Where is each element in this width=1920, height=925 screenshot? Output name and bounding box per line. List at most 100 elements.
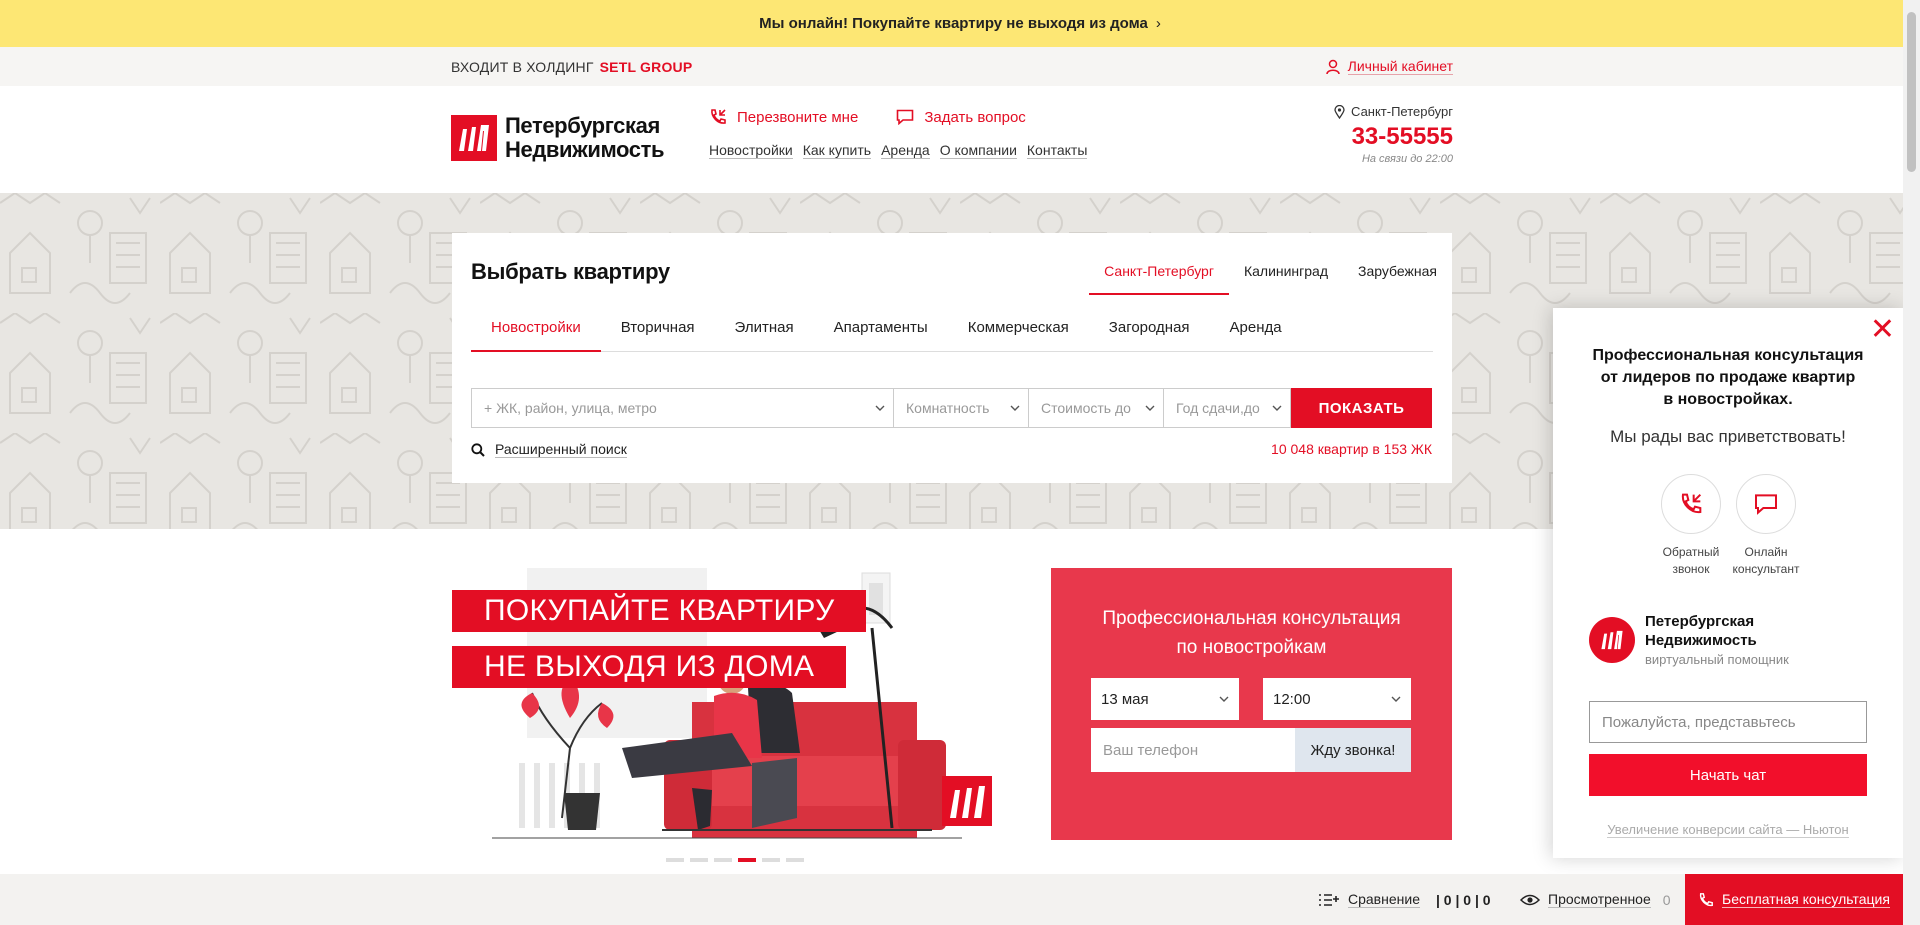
main-nav: Новостройки Как купить Аренда О компании… [709, 142, 1088, 159]
slide-dot-1[interactable] [666, 858, 684, 862]
holding-strip: ВХОДИТ В ХОЛДИНГ SETL GROUP Личный кабине… [0, 47, 1920, 86]
widget-credit-link[interactable]: Увеличение конверсии сайта — Ньютон [1553, 822, 1903, 838]
site-header: Петербургская Недвижимость Перезвоните м… [0, 86, 1920, 193]
chat-bubble-icon [1736, 474, 1796, 534]
search-filters: + ЖК, район, улица, метро Комнатность Ст… [471, 388, 1432, 428]
tab-region-spb[interactable]: Санкт-Петербург [1089, 255, 1229, 295]
promo-banner[interactable]: ПОКУПАЙТЕ КВАРТИРУ НЕ ВЫХОДЯ ИЗ ДОМА [452, 568, 1012, 840]
phone-icon [1699, 892, 1713, 906]
scrollbar-thumb[interactable] [1907, 12, 1916, 172]
results-count[interactable]: 10 048 квартир в 153 ЖК [1271, 441, 1432, 457]
banner-pagination [666, 858, 804, 862]
page-scrollbar[interactable] [1903, 0, 1920, 925]
phone-number[interactable]: 33-55555 [1334, 123, 1453, 151]
price-select[interactable]: Стоимость до [1028, 388, 1164, 428]
time-select[interactable]: 12:00 [1263, 678, 1411, 720]
assistant-role: виртуальный помощник [1645, 652, 1789, 667]
phone-callback-icon [711, 109, 726, 124]
viewed-count: 0 [1662, 891, 1671, 908]
search-icon [471, 442, 485, 457]
completion-year-select[interactable]: Год сдачи,до [1163, 388, 1291, 428]
tab-apartments[interactable]: Апартаменты [814, 307, 948, 351]
compare-list-icon [1319, 893, 1339, 906]
chevron-down-icon [1010, 405, 1020, 411]
setl-group-link[interactable]: SETL GROUP [600, 59, 693, 75]
chevron-down-icon [1145, 405, 1155, 411]
region-tabs: Санкт-Петербург Калининград Зарубежная [1089, 255, 1452, 295]
promo-text: Мы онлайн! Покупайте квартиру не выходя … [759, 15, 1148, 32]
site-logo[interactable]: Петербургская Недвижимость [451, 113, 665, 162]
slide-dot-3[interactable] [714, 858, 732, 862]
tab-rent[interactable]: Аренда [1210, 307, 1302, 351]
chevron-down-icon [875, 405, 885, 411]
chevron-down-icon [1272, 405, 1282, 411]
header-actions: Перезвоните мне Задать вопрос [709, 108, 1026, 126]
chevron-right-icon: › [1155, 15, 1161, 32]
slide-dot-5[interactable] [762, 858, 780, 862]
show-results-button[interactable]: ПОКАЗАТЬ [1291, 388, 1432, 428]
banner-line-2: НЕ ВЫХОДЯ ИЗ ДОМА [452, 646, 847, 688]
advanced-search-link[interactable]: Расширенный поиск [471, 441, 627, 458]
tab-region-abroad[interactable]: Зарубежная [1343, 255, 1452, 295]
account-link[interactable]: Личный кабинет [1325, 58, 1453, 75]
assistant-name: Петербургская Недвижимость [1645, 613, 1757, 649]
promo-bar[interactable]: Мы онлайн! Покупайте квартиру не выходя … [0, 0, 1920, 47]
callback-link[interactable]: Перезвоните мне [709, 108, 858, 126]
assistant-avatar [1589, 616, 1635, 663]
nav-item-new-buildings[interactable]: Новостройки [709, 142, 793, 159]
request-call-button[interactable]: Жду звонка! [1295, 728, 1411, 772]
chevron-down-icon [1391, 696, 1401, 702]
consultation-form: Профессиональная консультация по новостр… [1051, 568, 1452, 840]
tab-new-buildings[interactable]: Новостройки [471, 307, 601, 352]
location-search-input[interactable]: + ЖК, район, улица, метро [471, 388, 894, 428]
chevron-down-icon [1219, 696, 1229, 702]
holding-prefix: ВХОДИТ В ХОЛДИНГ [451, 59, 594, 75]
tab-commercial[interactable]: Коммерческая [948, 307, 1089, 351]
slide-dot-6[interactable] [786, 858, 804, 862]
compare-link[interactable]: Сравнение | 0 | 0 | 0 [1318, 874, 1491, 925]
tab-elite[interactable]: Элитная [715, 307, 814, 351]
header-contact: Санкт-Петербург 33-55555 На связи до 22:… [1334, 104, 1453, 165]
nav-item-about[interactable]: О компании [939, 142, 1017, 159]
eye-icon [1520, 894, 1540, 905]
search-title: Выбрать квартиру [471, 259, 670, 284]
tab-region-kaliningrad[interactable]: Калининград [1229, 255, 1343, 295]
callback-option[interactable]: Обратный звонок [1656, 474, 1726, 578]
user-icon [1325, 59, 1340, 74]
rooms-select[interactable]: Комнатность [893, 388, 1029, 428]
name-input[interactable]: Пожалуйста, представьтесь [1589, 701, 1867, 743]
consultation-title: Профессиональная консультация по новостр… [1102, 608, 1401, 658]
holding-info: ВХОДИТ В ХОЛДИНГ SETL GROUP [451, 59, 692, 75]
ask-question-link[interactable]: Задать вопрос [896, 108, 1026, 126]
date-select[interactable]: 13 мая [1091, 678, 1239, 720]
free-consultation-button[interactable]: Бесплатная консультация [1685, 874, 1903, 925]
viewed-link[interactable]: Просмотренное 0 [1520, 874, 1671, 925]
slide-dot-4[interactable] [738, 858, 756, 862]
property-type-tabs: Новостройки Вторичная Элитная Апартамент… [471, 307, 1433, 352]
nav-item-contacts[interactable]: Контакты [1026, 142, 1088, 159]
tab-secondary[interactable]: Вторичная [601, 307, 715, 351]
tab-country[interactable]: Загородная [1089, 307, 1210, 351]
phone-input[interactable]: Ваш телефон [1091, 728, 1296, 772]
slide-dot-2[interactable] [690, 858, 708, 862]
bottom-bar: Сравнение | 0 | 0 | 0 Просмотренное 0 Бе… [0, 874, 1903, 925]
work-hours: На связи до 22:00 [1361, 153, 1453, 165]
logo-text: Петербургская Недвижимость [505, 113, 665, 162]
online-consultant-option[interactable]: Онлайн консультант [1731, 474, 1801, 578]
logo-mark-icon [451, 115, 497, 161]
close-icon[interactable]: ✕ [1870, 315, 1895, 345]
nav-item-how-to-buy[interactable]: Как купить [802, 142, 872, 159]
start-chat-button[interactable]: Начать чат [1589, 754, 1867, 796]
chat-greeting: Мы рады вас приветствовать! [1610, 427, 1846, 446]
phone-callback-icon [1661, 474, 1721, 534]
banner-line-1: ПОКУПАЙТЕ КВАРТИРУ [452, 590, 867, 632]
location-pin-icon [1334, 104, 1345, 119]
assistant-brand: Петербургская Недвижимость виртуальный п… [1589, 612, 1789, 667]
account-label: Личный кабинет [1347, 58, 1453, 75]
apartment-search-card: Выбрать квартиру Санкт-Петербург Калинин… [452, 233, 1452, 483]
chat-bubble-icon [897, 109, 914, 125]
compare-counts: | 0 | 0 | 0 [1435, 891, 1491, 908]
chat-widget: ✕ Профессиональная консультация от лидер… [1553, 308, 1903, 858]
city-selector[interactable]: Санкт-Петербург [1334, 104, 1453, 119]
nav-item-rent[interactable]: Аренда [881, 142, 930, 159]
